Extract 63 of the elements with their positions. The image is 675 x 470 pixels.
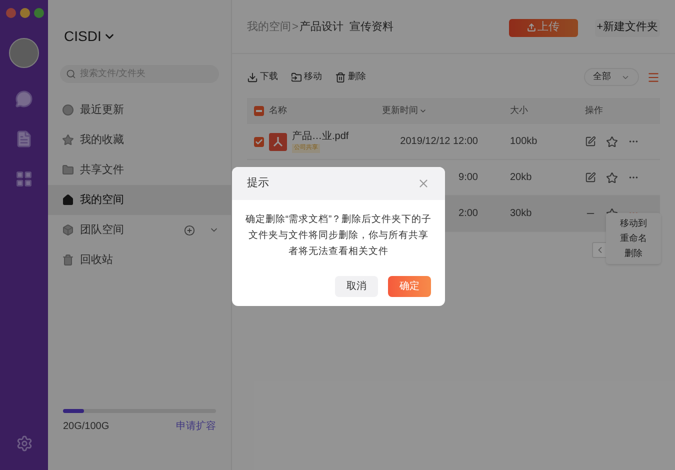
- pdf-file-icon: [269, 132, 287, 150]
- trash-icon: [335, 72, 346, 82]
- search-icon: [66, 69, 76, 79]
- select-all-checkbox[interactable]: [254, 106, 264, 116]
- column-header[interactable]: 更新时间: [382, 104, 510, 118]
- sidebar-item[interactable]: 团队空间: [48, 215, 231, 245]
- add-icon[interactable]: [184, 224, 195, 236]
- column-header: 名称: [269, 104, 288, 118]
- grid-icon[interactable]: [15, 170, 33, 188]
- column-header: 大小: [510, 104, 529, 118]
- sort-icon: [419, 107, 427, 115]
- breadcrumb-item[interactable]: 产品设计: [299, 19, 344, 36]
- document-icon[interactable]: [15, 130, 33, 148]
- breadcrumb-separator: >: [292, 20, 298, 36]
- file-size: 30kb: [510, 207, 533, 221]
- star-icon[interactable]: [606, 172, 618, 184]
- edit-icon[interactable]: [585, 172, 596, 183]
- download-icon: [247, 72, 258, 82]
- upload-icon: [526, 23, 536, 32]
- menu-item[interactable]: 移动到: [620, 217, 647, 230]
- avatar[interactable]: [9, 38, 39, 68]
- edit-icon[interactable]: [585, 136, 596, 147]
- menu-item[interactable]: 重命名: [620, 232, 647, 245]
- sidebar-item[interactable]: 共享文件: [48, 155, 231, 185]
- list-view-icon[interactable]: [647, 70, 660, 84]
- row-checkbox[interactable]: [254, 136, 264, 146]
- expand-storage-link[interactable]: 申请扩容: [176, 419, 216, 434]
- toolbar-button[interactable]: 删除: [335, 70, 366, 84]
- breadcrumb-item[interactable]: 宣传资料: [349, 19, 394, 36]
- new-folder-button[interactable]: +新建文件夹: [594, 18, 660, 36]
- sidebar-item[interactable]: 最近更新: [48, 95, 231, 125]
- menu-item[interactable]: 删除: [624, 247, 642, 260]
- toolbar-button[interactable]: 下载: [247, 70, 278, 84]
- window-zoom-icon[interactable]: [34, 8, 44, 18]
- storage-reading: 20G/100G: [63, 420, 110, 434]
- dialog-title: 提示: [247, 176, 269, 192]
- file-size: 20kb: [510, 171, 533, 185]
- chat-icon[interactable]: [15, 90, 33, 108]
- workspace-switcher[interactable]: CISDI: [64, 26, 231, 47]
- sidebar-item[interactable]: 回收站: [48, 245, 231, 275]
- file-size: 100kb: [510, 135, 538, 149]
- folder-icon: [62, 164, 74, 176]
- window-close-icon[interactable]: [6, 8, 16, 18]
- cube-icon: [62, 224, 74, 236]
- filter-dropdown[interactable]: 全部: [584, 68, 639, 86]
- settings-icon[interactable]: [16, 435, 32, 452]
- update-time: 2019/12/12 12:00: [400, 135, 478, 149]
- folder-icon: [291, 72, 302, 82]
- column-header: 操作: [585, 104, 603, 118]
- toolbar-button[interactable]: 移动: [291, 70, 322, 84]
- sidebar-item[interactable]: 我的收藏: [48, 125, 231, 155]
- update-time: 9:00: [458, 171, 478, 185]
- sidebar-item[interactable]: 我的空间: [48, 185, 231, 215]
- confirm-button[interactable]: 确定: [388, 276, 431, 297]
- window-minimize-icon[interactable]: [20, 8, 30, 18]
- file-name[interactable]: 产品…业.pdf: [292, 130, 349, 142]
- cancel-button[interactable]: 取消: [335, 276, 378, 297]
- trash-icon: [62, 254, 74, 266]
- home-icon: [62, 194, 74, 206]
- star-icon: [62, 134, 74, 146]
- update-time: 2:00: [458, 207, 478, 221]
- star-icon[interactable]: [606, 136, 618, 148]
- close-icon[interactable]: [417, 177, 430, 190]
